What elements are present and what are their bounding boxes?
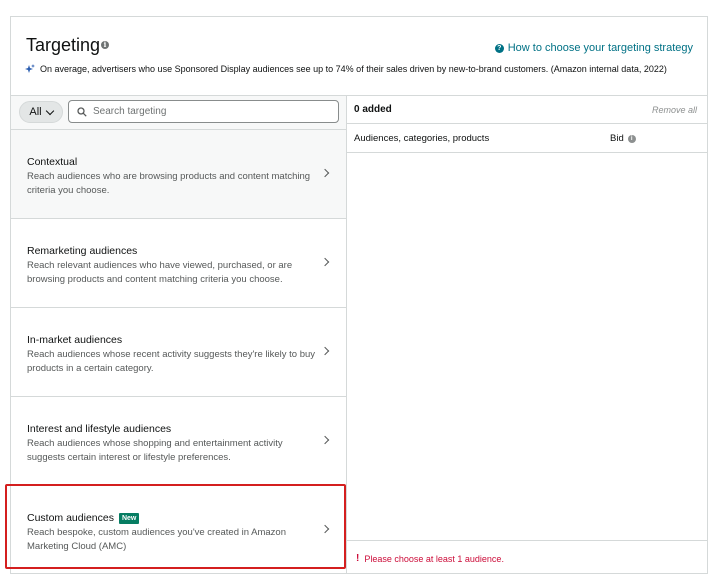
help-link-label: How to choose your targeting strategy (507, 42, 693, 54)
category-title: Remarketing audiences (27, 245, 138, 257)
validation-error: ! Please choose at least 1 audience. (356, 553, 504, 564)
chevron-right-icon (320, 524, 330, 534)
category-description: Reach audiences who are browsing product… (27, 171, 311, 196)
category-title-row: Custom audiences New (27, 512, 140, 524)
help-icon: ? (494, 43, 504, 53)
category-in-market[interactable]: In-market audiences Reach audiences whos… (11, 308, 346, 397)
category-contextual[interactable]: Contextual Reach audiences who are brows… (11, 130, 346, 219)
added-count: 0 added (354, 104, 392, 115)
targeting-header: Targeting i ? How to choose your targeti… (11, 17, 707, 89)
chevron-right-icon (320, 168, 330, 178)
column-headers: Audiences, categories, products Bid i (347, 124, 707, 153)
remove-all-link[interactable]: Remove all (652, 105, 697, 115)
chevron-right-icon (320, 435, 330, 445)
category-description: Reach audiences whose shopping and enter… (27, 438, 283, 463)
category-description: Reach bespoke, custom audiences you've c… (27, 527, 286, 552)
alert-icon: ! (356, 553, 360, 564)
page-title: Targeting (26, 35, 101, 55)
category-description: Reach relevant audiences who have viewed… (27, 260, 293, 285)
search-row: All (11, 96, 346, 130)
info-icon[interactable]: i (101, 41, 109, 49)
error-message: Please choose at least 1 audience. (364, 553, 504, 564)
new-badge: New (118, 512, 140, 524)
stat-text: On average, advertisers who use Sponsore… (40, 64, 667, 74)
category-title: Interest and lifestyle audiences (27, 423, 172, 435)
search-icon (77, 106, 87, 117)
chevron-right-icon (320, 257, 330, 267)
filter-label: All (29, 106, 42, 118)
category-description: Reach audiences whose recent activity su… (27, 349, 316, 374)
filter-dropdown[interactable]: All (19, 101, 63, 123)
column-header-bid: Bid i (610, 133, 636, 144)
category-remarketing[interactable]: Remarketing audiences Reach relevant aud… (11, 219, 346, 308)
validation-row: ! Please choose at least 1 audience. (347, 540, 707, 574)
bid-label: Bid (610, 133, 624, 144)
search-box (68, 100, 339, 123)
search-input[interactable] (93, 106, 323, 117)
sparkle-icon (25, 64, 35, 73)
category-title: Custom audiences (27, 512, 114, 524)
info-icon[interactable]: i (627, 134, 636, 143)
targeting-categories-panel: All Contextual Reach audiences who are b… (11, 95, 347, 573)
category-custom-audiences[interactable]: Custom audiences New Reach bespoke, cust… (11, 486, 346, 575)
targeting-card: Targeting i ? How to choose your targeti… (10, 16, 708, 574)
stat-notice: On average, advertisers who use Sponsore… (25, 64, 667, 74)
chevron-down-icon (45, 106, 54, 115)
added-header: 0 added Remove all (347, 96, 707, 124)
added-targets-panel: 0 added Remove all Audiences, categories… (347, 95, 707, 573)
chevron-right-icon (320, 346, 330, 356)
category-title: In-market audiences (27, 334, 123, 346)
column-header-audiences: Audiences, categories, products (354, 133, 490, 144)
help-link[interactable]: ? How to choose your targeting strategy (494, 42, 693, 54)
category-interest-lifestyle[interactable]: Interest and lifestyle audiences Reach a… (11, 397, 346, 486)
category-title: Contextual (27, 156, 78, 168)
